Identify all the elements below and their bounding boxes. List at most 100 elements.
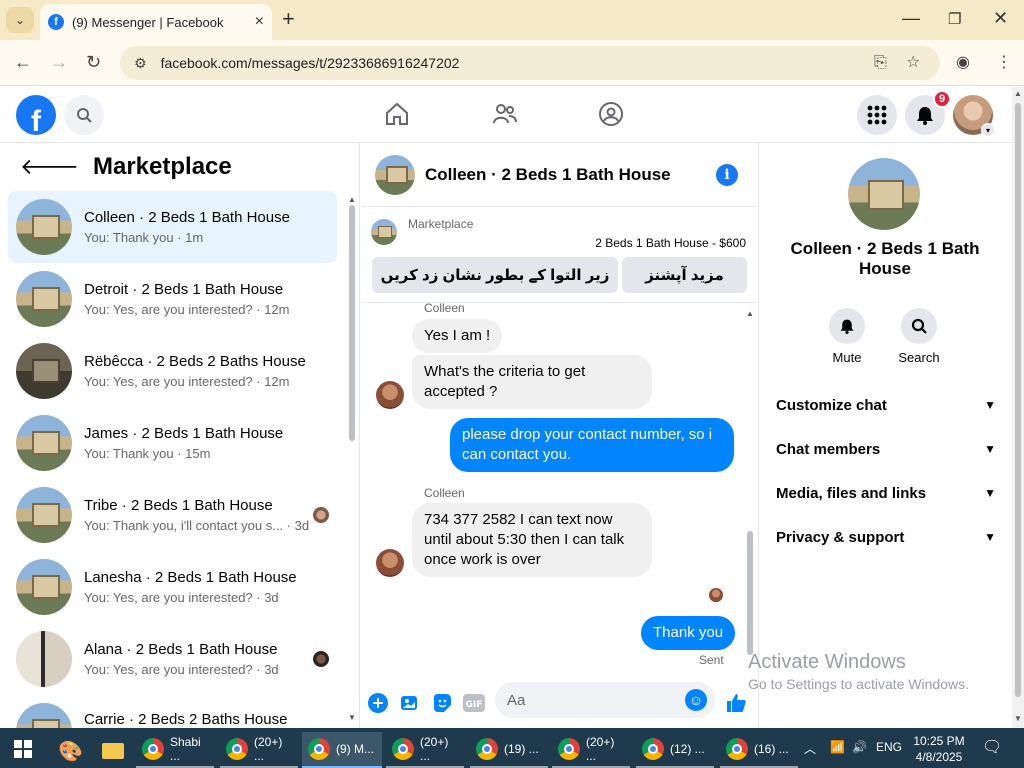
home-icon	[386, 102, 408, 125]
forward-arrow-icon[interactable]: →	[50, 52, 68, 73]
taskbar-chrome-window[interactable]: (20+) ...	[552, 732, 630, 768]
profile-icon[interactable]: ◉	[956, 52, 970, 72]
show-hidden-icons-button[interactable]: ︿	[804, 740, 816, 757]
taskbar-chrome-window[interactable]: (16) ...	[720, 732, 798, 768]
conversation-item[interactable]: Rëbêcca · 2 Beds 2 Baths House You: Yes,…	[8, 335, 337, 407]
scroll-up-icon[interactable]: ▲	[348, 195, 356, 204]
taskbar-chrome-window[interactable]: (20+) ...	[220, 732, 298, 768]
search-icon	[77, 108, 92, 123]
message-input[interactable]: Aa ☺	[495, 682, 715, 718]
gif-icon[interactable]: GIF	[463, 692, 485, 714]
back-arrow-icon[interactable]: 🡐	[20, 154, 79, 180]
conversation-item[interactable]: Carrie · 2 Beds 2 Baths House	[8, 695, 337, 728]
network-icon[interactable]: 📶	[830, 740, 845, 754]
like-thumb-icon[interactable]	[725, 692, 747, 714]
taskbar-chrome-window[interactable]: (9) M...	[302, 732, 382, 768]
tab-search-button[interactable]: ⌄	[6, 7, 34, 33]
restore-window-button[interactable]: ❐	[948, 10, 961, 28]
scroll-up-icon[interactable]: ▲	[1014, 89, 1022, 98]
photo-icon[interactable]	[399, 692, 421, 714]
bookmark-star-icon[interactable]: ☆	[906, 52, 920, 72]
sender-avatar[interactable]	[376, 381, 404, 409]
conversation-preview: You: Yes, are you interested? · 3d	[84, 662, 279, 677]
sticker-icon[interactable]	[431, 692, 453, 714]
input-language[interactable]: ENG	[876, 740, 902, 754]
taskbar-chrome-window[interactable]: (12) ...	[636, 732, 714, 768]
minimize-window-button[interactable]: —	[902, 8, 920, 29]
conversation-name: Colleen · 2 Beds 1 Bath House	[84, 209, 290, 226]
message-thread: Colleen Yes I am ! What's the criteria t…	[361, 303, 759, 668]
conversation-item[interactable]: James · 2 Beds 1 Bath House You: Thank y…	[8, 407, 337, 479]
conversation-list-scrollbar[interactable]: ▲ ▼	[347, 195, 357, 725]
notification-center-icon[interactable]: 🗨	[982, 737, 1002, 757]
taskbar-chrome-window[interactable]: (20+) ...	[386, 732, 464, 768]
conversation-item[interactable]: Colleen · 2 Beds 1 Bath House You: Thank…	[8, 191, 337, 263]
volume-icon[interactable]: 🔊	[852, 740, 867, 754]
browser-menu-icon[interactable]: ⋮	[996, 52, 1012, 72]
groups-nav-button[interactable]	[598, 101, 624, 133]
chat-members-section[interactable]: Chat members ▼	[776, 431, 996, 467]
more-options-button[interactable]: مزید آپشنز	[622, 257, 747, 293]
conversation-item[interactable]: Detroit · 2 Beds 1 Bath House You: Yes, …	[8, 263, 337, 335]
conversation-item[interactable]: Alana · 2 Beds 1 Bath House You: Yes, ar…	[8, 623, 337, 695]
sender-avatar[interactable]	[376, 549, 404, 577]
info-icon[interactable]: i	[716, 163, 738, 186]
conversation-preview: You: Thank you, i'll contact you s... · …	[84, 518, 310, 533]
scrollbar-thumb[interactable]	[349, 205, 355, 441]
reload-icon[interactable]: ↻	[86, 52, 101, 73]
facebook-logo-icon[interactable]: f	[16, 95, 56, 135]
scrollbar-thumb[interactable]	[747, 531, 753, 655]
taskbar-app-paint[interactable]: 🎨	[52, 734, 89, 768]
scroll-up-icon[interactable]: ▲	[746, 309, 754, 318]
close-tab-icon[interactable]: ×	[255, 13, 264, 31]
customize-chat-section[interactable]: Customize chat ▼	[776, 387, 996, 423]
chat-header: Colleen · 2 Beds 1 Bath House i	[361, 143, 758, 207]
site-settings-icon[interactable]: ⚙	[134, 55, 147, 72]
scroll-down-icon[interactable]: ▼	[1014, 714, 1022, 723]
back-arrow-icon[interactable]: ←	[14, 52, 32, 73]
menu-button[interactable]	[857, 95, 897, 135]
taskbar-chrome-window[interactable]: (19) ...	[470, 732, 548, 768]
close-window-button[interactable]: ✕	[993, 8, 1008, 29]
address-bar[interactable]: ⚙ facebook.com/messages/t/29233686916247…	[120, 46, 940, 80]
paint-app-icon: 🎨	[58, 740, 83, 763]
chrome-icon	[642, 738, 664, 760]
page-scrollbar[interactable]: ▲ ▼	[1012, 87, 1024, 728]
search-in-conversation-button[interactable]: Search	[889, 308, 949, 365]
scrollbar-thumb[interactable]	[1015, 103, 1021, 697]
mute-button[interactable]: Mute	[817, 308, 877, 365]
facebook-search-button[interactable]	[64, 95, 104, 135]
taskbar-chrome-window[interactable]: Shabi ...	[136, 732, 214, 768]
conversation-name: Rëbêcca · 2 Beds 2 Baths House	[84, 353, 306, 370]
friends-nav-button[interactable]	[492, 101, 518, 133]
taskbar-clock[interactable]: 10:25 PM 4/8/2025	[906, 733, 972, 765]
facebook-header: f 9 ▾	[0, 87, 1012, 143]
account-avatar[interactable]: ▾	[953, 95, 995, 137]
taskbar-file-explorer[interactable]	[96, 734, 130, 768]
add-more-icon[interactable]	[367, 692, 389, 714]
media-files-links-section[interactable]: Media, files and links ▼	[776, 475, 996, 511]
browser-tab-messenger[interactable]: f (9) Messenger | Facebook ×	[40, 4, 272, 40]
windows-start-icon[interactable]	[14, 740, 32, 758]
chat-scrollbar[interactable]: ▲	[745, 309, 755, 669]
activate-windows-watermark: Activate Windows Go to Settings to activ…	[748, 651, 969, 692]
notifications-button[interactable]: 9	[905, 90, 951, 135]
message-composer: GIF Aa ☺	[361, 678, 759, 728]
chat-title[interactable]: Colleen · 2 Beds 1 Bath House	[425, 165, 716, 185]
home-nav-button[interactable]	[384, 101, 410, 133]
listing-title-price[interactable]: 2 Beds 1 Bath House - $600	[595, 236, 746, 250]
conversation-item[interactable]: Tribe · 2 Beds 1 Bath House You: Thank y…	[8, 479, 337, 551]
install-app-icon[interactable]: ⎘	[874, 54, 887, 72]
listing-profile-thumbnail[interactable]	[848, 158, 920, 230]
mark-pending-button[interactable]: زیر التوا کے بطور نشان زد کریں	[372, 257, 618, 293]
conversation-name: James · 2 Beds 1 Bath House	[84, 425, 284, 442]
new-tab-button[interactable]: +	[282, 8, 295, 30]
marketplace-label: Marketplace	[408, 217, 474, 231]
emoji-icon[interactable]: ☺	[685, 689, 707, 711]
sender-name: Colleen	[424, 303, 465, 315]
watermark-title: Activate Windows	[748, 651, 906, 673]
scroll-down-icon[interactable]: ▼	[348, 713, 356, 722]
conversation-item[interactable]: Lanesha · 2 Beds 1 Bath House You: Yes, …	[8, 551, 337, 623]
chat-listing-thumbnail[interactable]	[375, 154, 415, 195]
privacy-support-section[interactable]: Privacy & support ▼	[776, 519, 996, 555]
